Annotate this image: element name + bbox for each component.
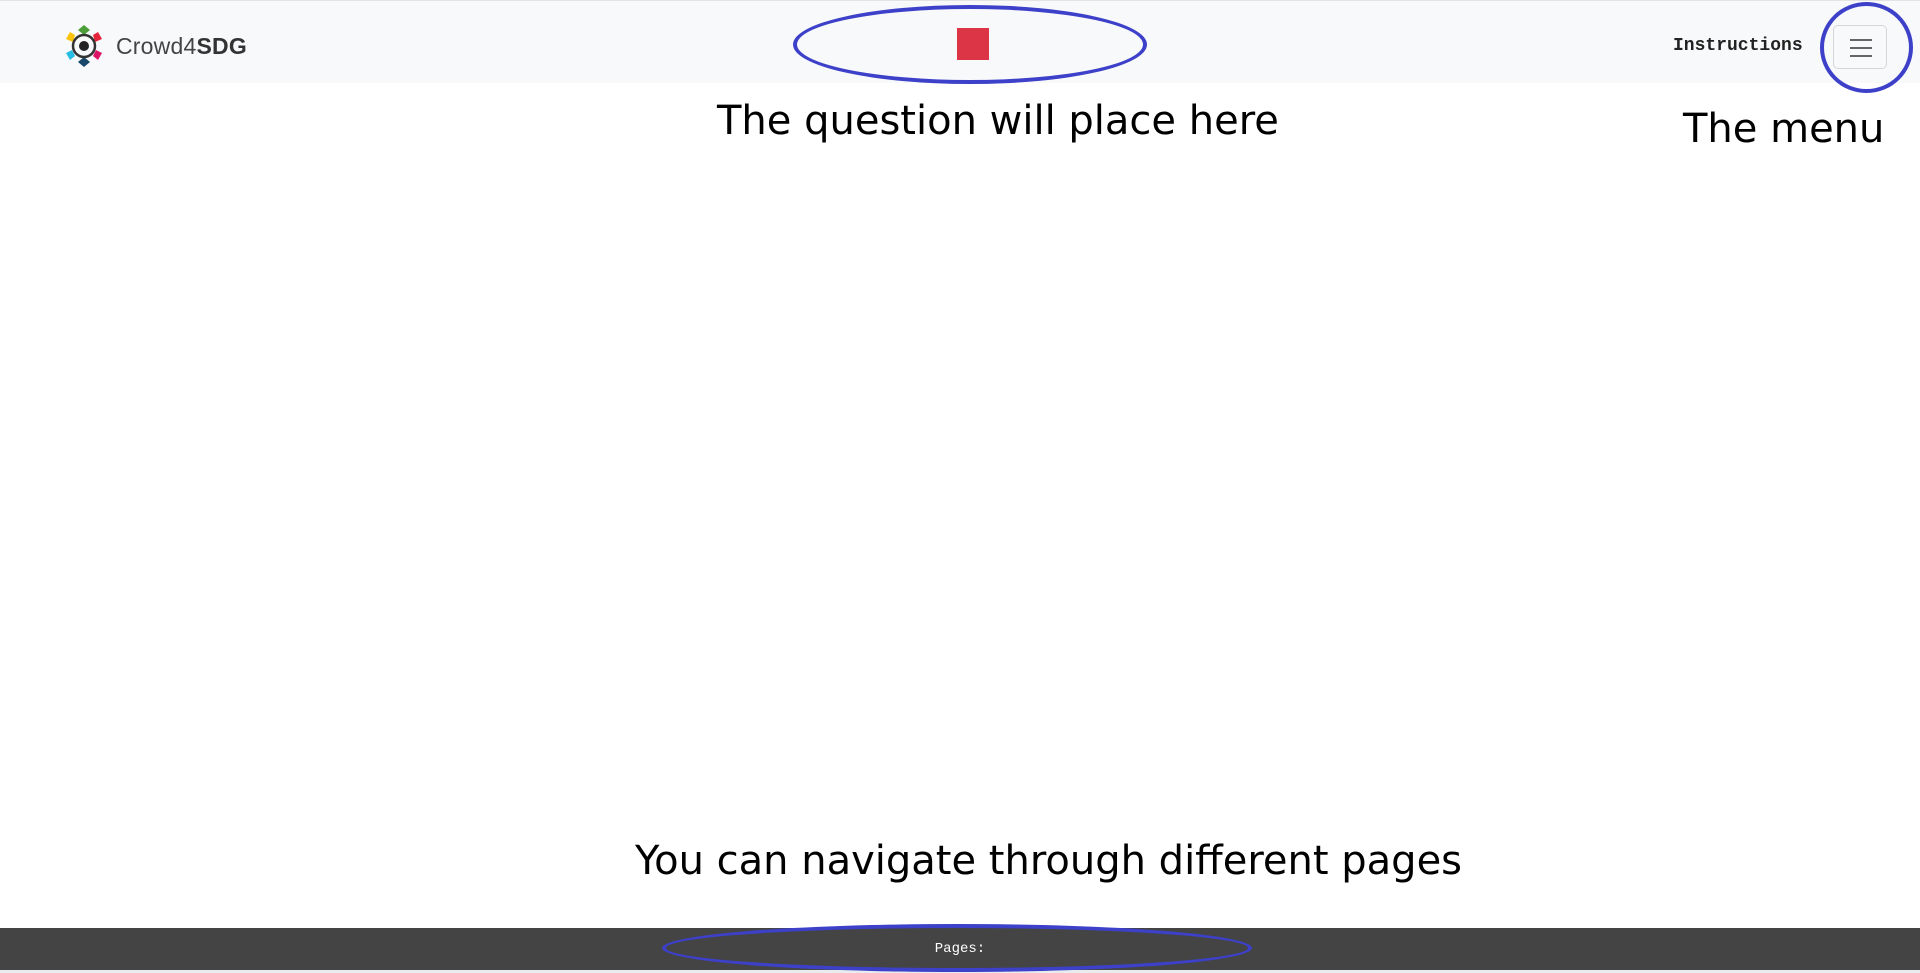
- hamburger-icon: [1850, 39, 1872, 41]
- menu-toggle-button[interactable]: [1833, 25, 1887, 69]
- hamburger-icon: [1850, 47, 1872, 49]
- brand[interactable]: Crowd4SDG: [60, 21, 247, 71]
- brand-name: Crowd4SDG: [116, 33, 247, 60]
- footer-pagination-bar: Pages:: [0, 928, 1920, 970]
- pages-label: Pages:: [934, 941, 986, 957]
- top-navbar: Crowd4SDG Instructions: [0, 0, 1920, 83]
- hamburger-icon: [1850, 55, 1872, 57]
- navigation-annotation: You can navigate through different pages: [635, 838, 1463, 884]
- brand-name-bold: SDG: [196, 32, 247, 59]
- menu-annotation: The menu: [1683, 106, 1885, 152]
- question-annotation: The question will place here: [717, 98, 1279, 144]
- brand-name-regular: Crowd4: [116, 32, 197, 59]
- crowd4sdg-logo-icon: [60, 22, 108, 70]
- question-marker: [957, 28, 989, 60]
- instructions-link[interactable]: Instructions: [1673, 36, 1803, 56]
